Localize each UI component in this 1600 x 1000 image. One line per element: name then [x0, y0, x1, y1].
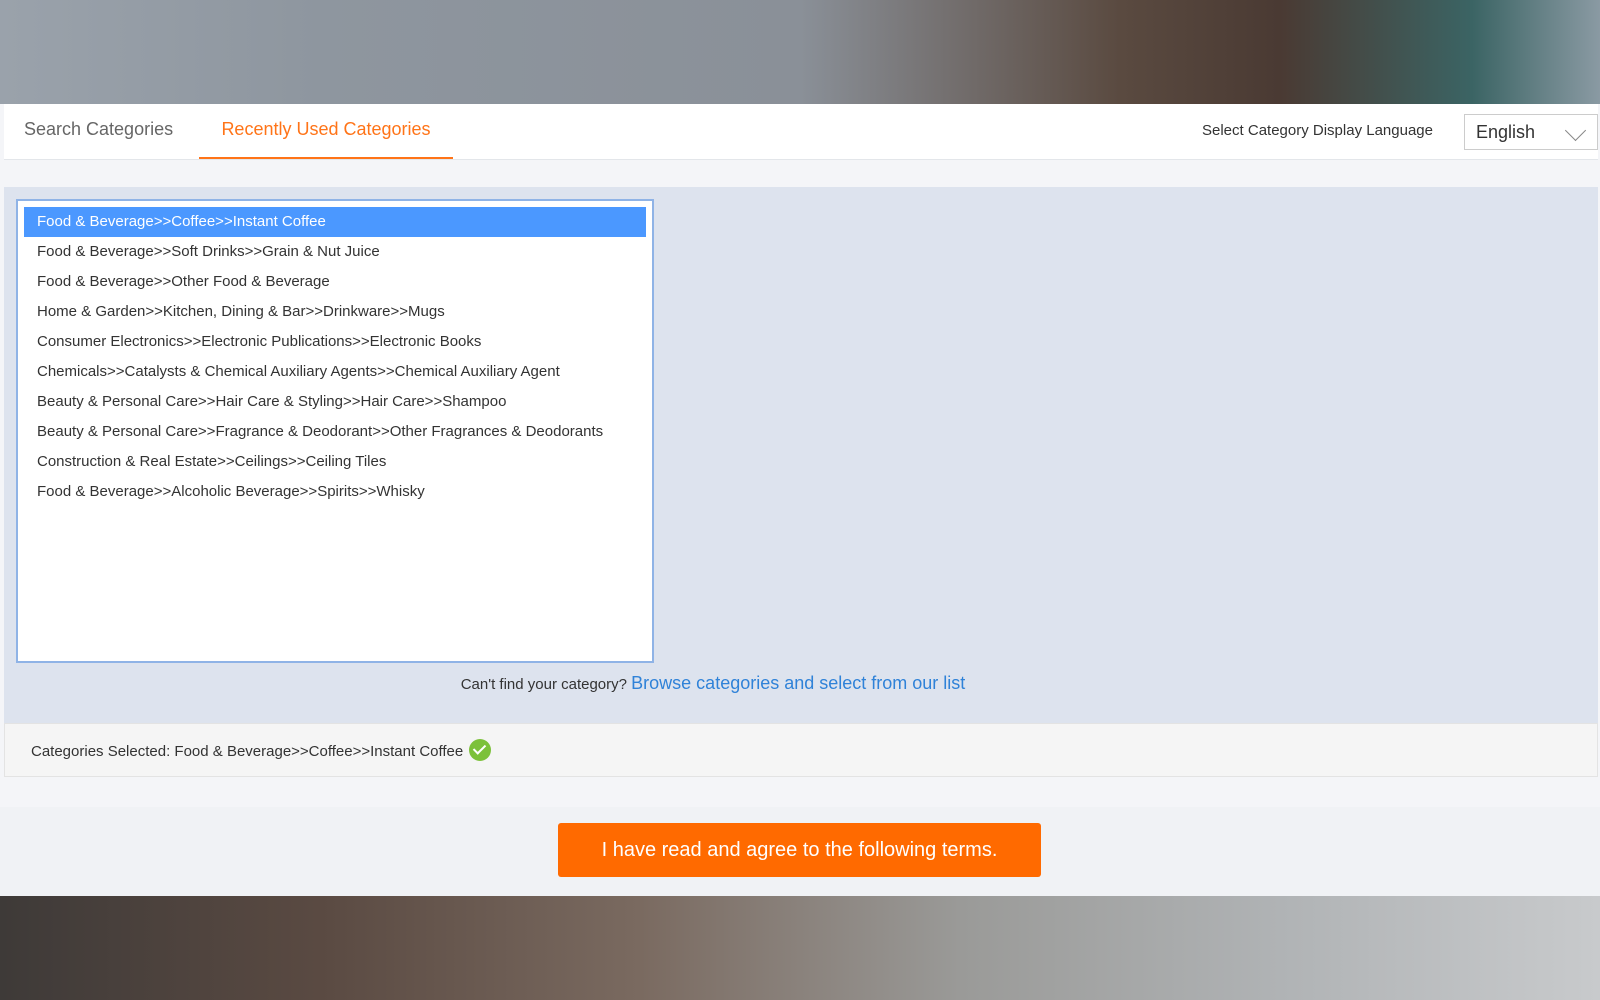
language-label: Select Category Display Language	[1202, 122, 1433, 139]
list-item[interactable]: Food & Beverage>>Other Food & Beverage	[24, 267, 646, 297]
list-item[interactable]: Food & Beverage>>Coffee>>Instant Coffee	[24, 207, 646, 237]
list-item[interactable]: Chemicals>>Catalysts & Chemical Auxiliar…	[24, 357, 646, 387]
list-item[interactable]: Beauty & Personal Care>>Hair Care & Styl…	[24, 387, 646, 417]
list-item[interactable]: Food & Beverage>>Soft Drinks>>Grain & Nu…	[24, 237, 646, 267]
background-top	[0, 0, 1600, 104]
list-item[interactable]: Consumer Electronics>>Electronic Publica…	[24, 327, 646, 357]
cant-find-text: Can't find your category?	[460, 676, 627, 693]
chevron-down-icon	[1564, 119, 1587, 142]
list-item[interactable]: Beauty & Personal Care>>Fragrance & Deod…	[24, 417, 646, 447]
language-select[interactable]: English	[1464, 114, 1598, 150]
tabs-bar: Search Categories Recently Used Categori…	[4, 104, 1598, 160]
selected-value: Food & Beverage>>Coffee>>Instant Coffee	[174, 742, 464, 760]
list-item[interactable]: Construction & Real Estate>>Ceilings>>Ce…	[24, 447, 646, 477]
category-listbox[interactable]: Food & Beverage>>Coffee>>Instant Coffee …	[16, 199, 654, 663]
background-bottom	[0, 896, 1600, 1000]
selected-categories-bar: Categories Selected: Food & Beverage>>Co…	[4, 723, 1598, 777]
cant-find-category: Can't find your category? Browse categor…	[4, 673, 1422, 694]
agree-section: I have read and agree to the following t…	[0, 807, 1600, 896]
browse-categories-link[interactable]: Browse categories and select from our li…	[631, 673, 965, 693]
selected-categories: Categories Selected: Food & Beverage>>Co…	[31, 739, 492, 763]
category-panel: Search Categories Recently Used Categori…	[0, 104, 1600, 896]
selected-label: Categories Selected:	[31, 742, 171, 760]
list-item[interactable]: Food & Beverage>>Alcoholic Beverage>>Spi…	[24, 477, 646, 507]
agree-terms-button[interactable]: I have read and agree to the following t…	[558, 823, 1041, 877]
check-circle-icon	[469, 739, 492, 761]
tab-search-categories[interactable]: Search Categories	[24, 104, 173, 159]
list-item[interactable]: Home & Garden>>Kitchen, Dining & Bar>>Dr…	[24, 297, 646, 327]
tab-recently-used-categories[interactable]: Recently Used Categories	[199, 104, 453, 159]
category-select-area: Food & Beverage>>Coffee>>Instant Coffee …	[4, 187, 1598, 723]
language-selected-value: English	[1476, 122, 1536, 142]
